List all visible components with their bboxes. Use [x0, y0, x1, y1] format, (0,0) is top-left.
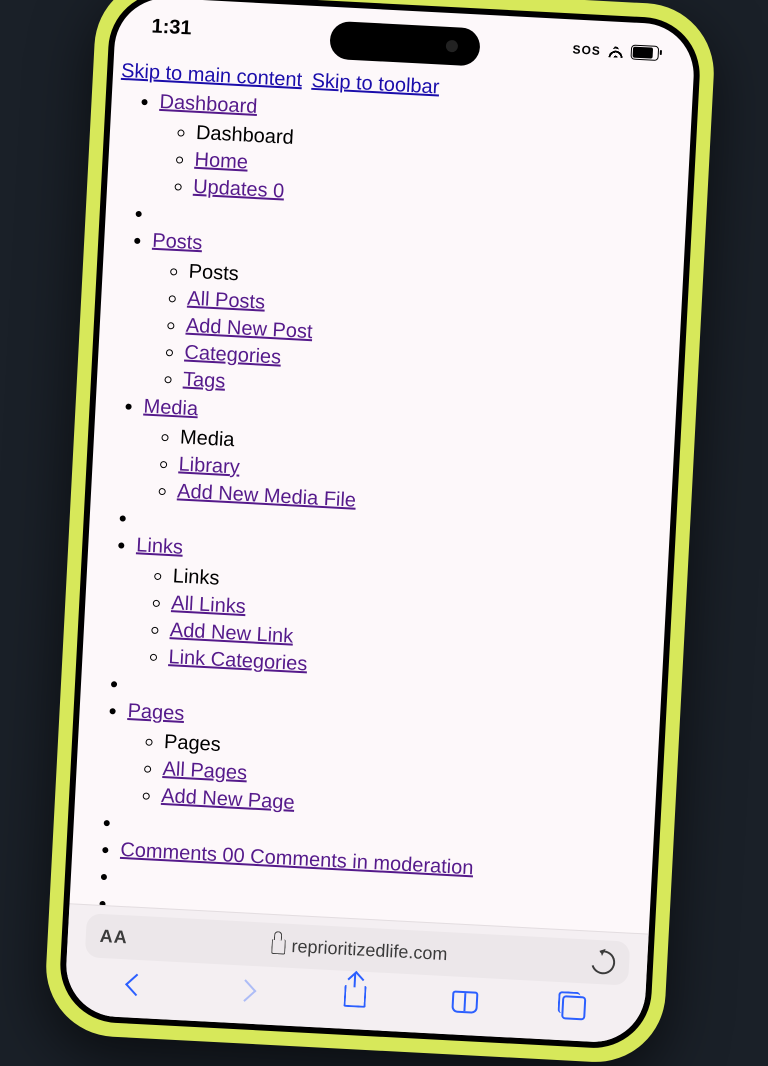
- dashboard-link[interactable]: Dashboard: [159, 91, 258, 118]
- links-link[interactable]: Links: [136, 534, 184, 558]
- add-post-link[interactable]: Add New Post: [185, 315, 313, 344]
- phone-bezel: 1:31 SOS Skip to main content Skip to to…: [57, 0, 702, 1051]
- battery-icon: [630, 44, 659, 60]
- menu-links: Links Links All Links Add New Link Link …: [130, 532, 660, 696]
- dashboard-label: Dashboard: [195, 122, 294, 149]
- media-label: Media: [179, 426, 235, 451]
- page-content: Skip to main content Skip to toolbar Das…: [77, 58, 685, 934]
- status-time: 1:31: [151, 15, 192, 40]
- share-button[interactable]: [341, 983, 368, 1010]
- add-page-link[interactable]: Add New Page: [161, 785, 295, 814]
- links-label: Links: [172, 565, 220, 589]
- categories-link[interactable]: Categories: [184, 342, 282, 369]
- forward-button[interactable]: [232, 977, 259, 1004]
- pages-link[interactable]: Pages: [127, 700, 185, 725]
- add-link-link[interactable]: Add New Link: [169, 619, 293, 647]
- status-sos: SOS: [572, 42, 601, 57]
- skip-toolbar-link[interactable]: Skip to toolbar: [311, 70, 440, 99]
- reload-icon[interactable]: [587, 946, 619, 978]
- wifi-icon: [607, 44, 626, 58]
- updates-link[interactable]: Updates 0: [193, 176, 285, 203]
- tags-link[interactable]: Tags: [183, 369, 226, 393]
- posts-label: Posts: [188, 261, 239, 286]
- back-button[interactable]: [122, 971, 149, 998]
- library-link[interactable]: Library: [178, 453, 240, 478]
- bookmarks-button[interactable]: [451, 988, 478, 1015]
- posts-link[interactable]: Posts: [152, 230, 203, 255]
- admin-menu: Dashboard Dashboard Home Updates 0 Posts…: [77, 87, 683, 934]
- tabs-button[interactable]: [560, 994, 587, 1021]
- all-posts-link[interactable]: All Posts: [187, 288, 266, 314]
- home-link[interactable]: Home: [194, 149, 248, 174]
- link-categories-link[interactable]: Link Categories: [168, 646, 308, 675]
- text-size-button[interactable]: AA: [99, 925, 128, 947]
- phone-frame: 1:31 SOS Skip to main content Skip to to…: [43, 0, 718, 1065]
- pages-label: Pages: [164, 731, 222, 756]
- menu-posts: Posts Posts All Posts Add New Post Categ…: [144, 228, 676, 419]
- dynamic-island: [329, 21, 481, 67]
- all-links-link[interactable]: All Links: [171, 592, 247, 618]
- media-link[interactable]: Media: [143, 395, 199, 420]
- skip-main-link[interactable]: Skip to main content: [121, 60, 303, 91]
- lock-icon: [271, 938, 286, 954]
- url-domain: reprioritizedlife.com: [291, 935, 448, 964]
- all-pages-link[interactable]: All Pages: [162, 758, 248, 784]
- phone-screen: 1:31 SOS Skip to main content Skip to to…: [64, 0, 697, 1044]
